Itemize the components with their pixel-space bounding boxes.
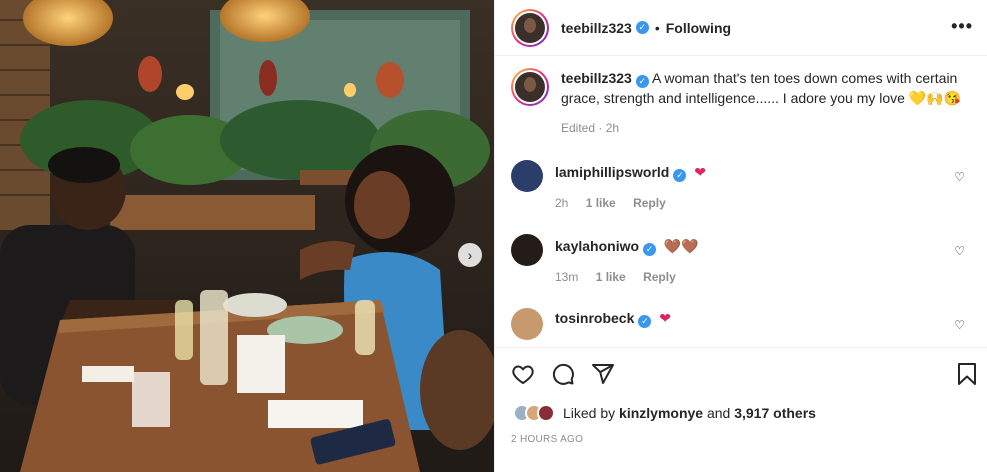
post-actions-section: Liked by kinzlymonye and 3,917 others 2 … <box>495 347 987 472</box>
bookmark-icon[interactable] <box>956 362 978 386</box>
post-header: teebillz323 ✓ • Following ••• <box>495 0 987 56</box>
commenter-username[interactable]: lamiphillipsworld <box>555 164 669 180</box>
post-photo[interactable]: › <box>0 0 494 472</box>
comment-text: ❤ <box>694 164 706 180</box>
chevron-right-icon: › <box>467 247 473 263</box>
following-button[interactable]: Following <box>666 20 731 36</box>
comment-reply-button[interactable]: Reply <box>633 196 666 210</box>
liker-avatars[interactable] <box>513 404 555 422</box>
commenter-avatar[interactable] <box>511 234 543 266</box>
verified-badge-icon: ✓ <box>635 21 649 34</box>
comment-time: 2h <box>555 196 569 210</box>
comment-text: 🤎🤎 <box>663 238 699 254</box>
comment-likes-count[interactable]: 1 like <box>586 196 616 210</box>
like-comment-heart-icon[interactable]: ♡ <box>954 318 965 332</box>
instagram-post-view: › teebillz323 ✓ • Following ••• teebillz… <box>0 0 987 472</box>
like-comment-heart-icon[interactable]: ♡ <box>954 244 965 258</box>
post-caption: teebillz323 ✓ A woman that's ten toes dow… <box>511 68 971 138</box>
verified-badge-icon: ✓ <box>638 315 652 328</box>
share-icon[interactable] <box>591 362 615 386</box>
post-timestamp[interactable]: 2 HOURS AGO <box>511 434 583 445</box>
next-photo-button[interactable]: › <box>458 243 482 267</box>
caption-username[interactable]: teebillz323 <box>561 70 632 86</box>
commenter-username[interactable]: kaylahoniwo <box>555 238 639 254</box>
comment-text: ❤ <box>659 310 671 326</box>
commenter-avatar[interactable] <box>511 160 543 192</box>
verified-badge-icon: ✓ <box>635 75 649 88</box>
like-comment-heart-icon[interactable]: ♡ <box>954 170 965 184</box>
commenter-username[interactable]: tosinrobeck <box>555 310 634 326</box>
caption-edited-meta: Edited · 2h <box>561 121 620 135</box>
author-username[interactable]: teebillz323 <box>561 20 632 36</box>
commenter-avatar[interactable] <box>511 308 543 340</box>
likes-count[interactable]: 3,917 others <box>734 405 816 421</box>
likes-and: and <box>706 405 731 421</box>
comment-likes-count[interactable]: 1 like <box>596 270 626 284</box>
caption-avatar[interactable] <box>511 68 549 106</box>
verified-badge-icon: ✓ <box>673 169 687 182</box>
verified-badge-icon: ✓ <box>643 243 657 256</box>
restaurant-scene-image <box>0 0 494 472</box>
likes-prefix: Liked by <box>563 405 616 421</box>
likes-summary: Liked by kinzlymonye and 3,917 others <box>513 404 816 422</box>
more-options-icon[interactable]: ••• <box>951 16 973 37</box>
comment-icon[interactable] <box>551 362 575 386</box>
heart-icon[interactable] <box>511 362 535 386</box>
comment-time: 13m <box>555 270 579 284</box>
post-details-panel: teebillz323 ✓ • Following ••• teebillz32… <box>494 0 987 472</box>
comment-reply-button[interactable]: Reply <box>643 270 676 284</box>
author-avatar[interactable] <box>511 8 549 47</box>
separator-dot: • <box>654 19 660 36</box>
liked-by-username[interactable]: kinzlymonye <box>619 405 703 421</box>
